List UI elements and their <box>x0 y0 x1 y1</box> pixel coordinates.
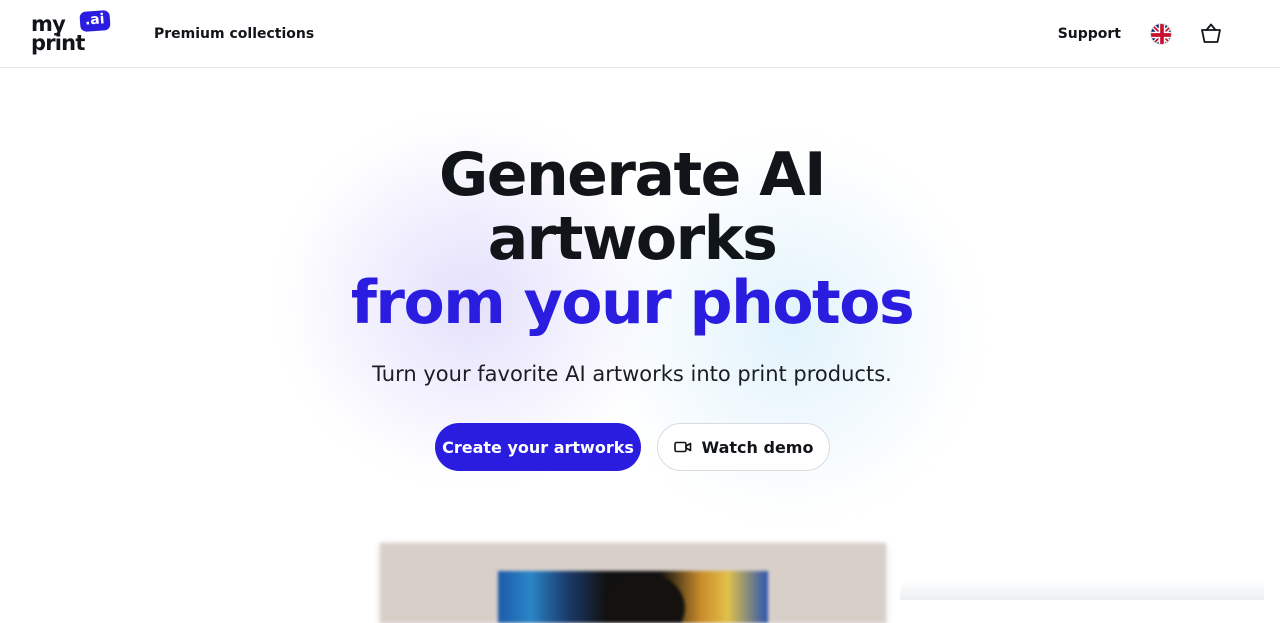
basket-icon <box>1201 23 1221 43</box>
uk-flag-icon <box>1151 24 1171 44</box>
logo-word-print: print <box>31 31 85 55</box>
hero-title: Generate AI artworks from your photos <box>0 143 1264 335</box>
hero-subtitle: Turn your favorite AI artworks into prin… <box>372 362 892 386</box>
hero-title-line-3: from your photos <box>350 268 915 338</box>
watch-demo-label: Watch demo <box>701 437 814 457</box>
video-camera-icon <box>673 441 691 453</box>
hero-title-line-2: artworks <box>487 204 778 274</box>
cart-button[interactable] <box>1198 20 1224 46</box>
myprint-logo[interactable]: my print .ai <box>31 9 111 57</box>
nav-support[interactable]: Support <box>1058 24 1121 44</box>
language-selector[interactable] <box>1150 23 1172 45</box>
artwork-preview-image <box>380 543 886 623</box>
hero-title-line-1: Generate AI <box>439 140 826 210</box>
watch-demo-button[interactable]: Watch demo <box>657 423 830 471</box>
create-artworks-button[interactable]: Create your artworks <box>435 423 641 471</box>
site-header: my print .ai Premium collections Support <box>0 0 1280 68</box>
logo-badge-ai: .ai <box>79 9 111 33</box>
side-panel-edge <box>900 580 1264 600</box>
nav-premium-collections[interactable]: Premium collections <box>154 24 314 44</box>
